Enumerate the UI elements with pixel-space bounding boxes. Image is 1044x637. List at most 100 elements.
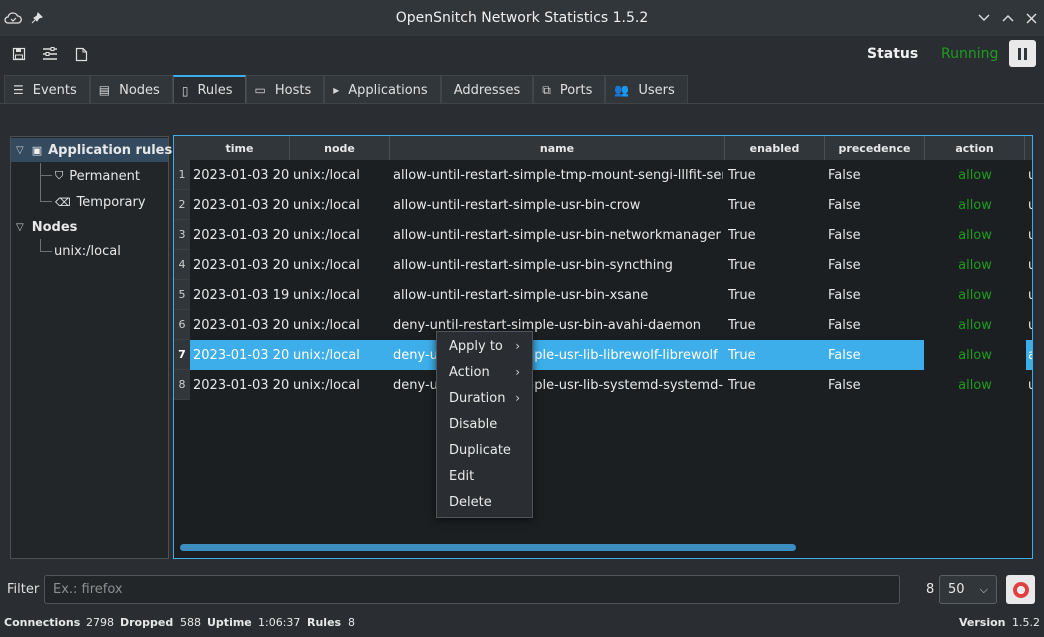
- menu-item-delete[interactable]: Delete: [437, 489, 532, 515]
- tab-addresses[interactable]: Addresses: [440, 75, 534, 104]
- cell-extra: u: [1028, 160, 1032, 190]
- tree-item-nodes[interactable]: ▽ Nodes: [16, 215, 77, 239]
- table-row[interactable]: 2023-01-03 19... unix:/local allow-until…: [190, 280, 1032, 310]
- horizontal-scrollbar[interactable]: [180, 544, 796, 551]
- table-row[interactable]: 2023-01-03 20... unix:/local allow-until…: [190, 190, 1032, 220]
- cell-time: 2023-01-03 20...: [193, 377, 289, 393]
- expand-arrow-icon[interactable]: ▽: [16, 222, 24, 233]
- save-button[interactable]: [5, 40, 33, 68]
- preferences-icon: [43, 47, 57, 60]
- cell-enabled: True: [728, 257, 756, 273]
- table-row[interactable]: 2023-01-03 20... unix:/local allow-until…: [190, 160, 1032, 190]
- rules-value: 8: [348, 616, 355, 629]
- cell-enabled: True: [728, 377, 756, 393]
- chevron-right-icon: ›: [515, 391, 520, 405]
- column-header-more[interactable]: [1025, 136, 1032, 160]
- uptime-value: 1:06:37: [258, 616, 301, 629]
- maximize-chevron-up-icon[interactable]: [998, 8, 1018, 28]
- tree-item-unix-local[interactable]: unix:/local: [54, 239, 121, 263]
- cell-time: 2023-01-03 20...: [193, 167, 289, 183]
- tab-divider: [0, 103, 1044, 104]
- chevron-down-icon: ⌵: [979, 582, 988, 596]
- cell-action: allow: [958, 347, 992, 363]
- preferences-button[interactable]: [36, 40, 64, 68]
- cell-extra: u: [1028, 250, 1032, 280]
- tree-item-permanent[interactable]: ⛉ Permanent: [55, 164, 140, 188]
- column-header-time[interactable]: time: [190, 136, 290, 160]
- cell-action: allow: [958, 317, 992, 333]
- row-number[interactable]: 8: [174, 370, 190, 400]
- column-header-enabled[interactable]: enabled: [725, 136, 825, 160]
- cell-enabled: True: [728, 347, 756, 363]
- filter-input[interactable]: [44, 575, 900, 604]
- tab-applications[interactable]: ▸ Applications: [324, 75, 441, 104]
- menu-item-duplicate[interactable]: Duplicate: [437, 437, 532, 463]
- rules-table[interactable]: time node name enabled precedence action…: [173, 135, 1033, 559]
- menu-item-apply-to[interactable]: Apply to ›: [437, 333, 532, 359]
- table-row[interactable]: 2023-01-03 20... unix:/local allow-until…: [190, 250, 1032, 280]
- row-number[interactable]: 2: [174, 190, 190, 220]
- cell-time: 2023-01-03 20...: [193, 197, 289, 213]
- cell-action: allow: [958, 197, 992, 213]
- cell-extra: u: [1028, 310, 1032, 340]
- row-number[interactable]: 5: [174, 280, 190, 310]
- tree-item-temporary[interactable]: ⌫ Temporary: [55, 190, 146, 214]
- tab-users[interactable]: 👥 Users: [605, 75, 688, 104]
- row-number[interactable]: 3: [174, 220, 190, 250]
- limit-select[interactable]: 50 ⌵: [939, 575, 997, 604]
- table-row[interactable]: 2023-01-03 20... unix:/local deny-until-…: [190, 310, 1032, 340]
- server-icon: ▤: [98, 83, 111, 97]
- lifebuoy-icon: [1012, 581, 1029, 598]
- tree-item-application-rules[interactable]: ▽ ▣ Application rules: [11, 138, 172, 162]
- context-menu: Apply to › Action › Duration › Disable D…: [436, 331, 533, 518]
- clear-filter-button[interactable]: [1006, 575, 1035, 604]
- table-row-selected[interactable]: 2023-01-03 20... unix:/local deny-until-…: [190, 340, 1032, 370]
- rules-tree[interactable]: ▽ ▣ Application rules ⛉ Permanent ⌫ Temp…: [10, 136, 172, 559]
- cell-extra: u: [1028, 190, 1032, 220]
- menu-item-disable[interactable]: Disable: [437, 411, 532, 437]
- row-number[interactable]: 4: [174, 250, 190, 280]
- column-header-name[interactable]: name: [390, 136, 725, 160]
- row-number[interactable]: 7: [174, 340, 190, 370]
- cell-node: unix:/local: [293, 167, 360, 183]
- row-number[interactable]: 6: [174, 310, 190, 340]
- uptime-label: Uptime: [207, 616, 252, 629]
- save-icon: [12, 47, 26, 61]
- chevron-right-icon: ›: [515, 339, 520, 353]
- menu-item-edit[interactable]: Edit: [437, 463, 532, 489]
- table-header: time node name enabled precedence action: [190, 136, 1032, 160]
- cell-action: allow: [958, 287, 992, 303]
- minimize-chevron-down-icon[interactable]: [974, 8, 994, 28]
- new-rule-icon: [75, 47, 87, 61]
- row-number[interactable]: 1: [174, 160, 190, 190]
- tab-ports[interactable]: ⧉ Ports: [533, 75, 606, 104]
- column-header-node[interactable]: node: [290, 136, 390, 160]
- pause-button[interactable]: [1009, 40, 1036, 67]
- cell-time: 2023-01-03 20...: [193, 347, 289, 363]
- new-rule-button[interactable]: [67, 40, 95, 68]
- rules-icon: ▯: [181, 83, 189, 98]
- menu-item-action[interactable]: Action ›: [437, 359, 532, 385]
- close-icon[interactable]: [1021, 8, 1041, 28]
- table-row[interactable]: 2023-01-03 20... unix:/local deny-until-…: [190, 370, 1032, 400]
- cell-precedence: False: [828, 317, 861, 333]
- tab-nodes[interactable]: ▤ Nodes: [89, 75, 173, 104]
- menu-item-duration[interactable]: Duration ›: [437, 385, 532, 411]
- cell-precedence: False: [828, 287, 861, 303]
- cell-time: 2023-01-03 20...: [193, 257, 289, 273]
- cell-name: allow-until-restart-simple-usr-bin-synct…: [393, 257, 673, 273]
- column-header-precedence[interactable]: precedence: [825, 136, 925, 160]
- rules-label: Rules: [307, 616, 342, 629]
- column-header-action[interactable]: action: [925, 136, 1025, 160]
- table-row[interactable]: 2023-01-03 20... unix:/local allow-until…: [190, 220, 1032, 250]
- cell-enabled: True: [728, 227, 756, 243]
- expand-arrow-icon[interactable]: ▽: [16, 145, 24, 156]
- tab-events[interactable]: ☰ Events: [4, 75, 90, 104]
- tab-hosts[interactable]: ▭ Hosts: [245, 75, 325, 104]
- cell-time: 2023-01-03 19...: [193, 287, 289, 303]
- tab-rules[interactable]: ▯ Rules: [172, 75, 246, 104]
- cell-precedence: False: [828, 257, 861, 273]
- cell-enabled: True: [728, 197, 756, 213]
- dropped-label: Dropped: [120, 616, 174, 629]
- cell-precedence: False: [828, 167, 861, 183]
